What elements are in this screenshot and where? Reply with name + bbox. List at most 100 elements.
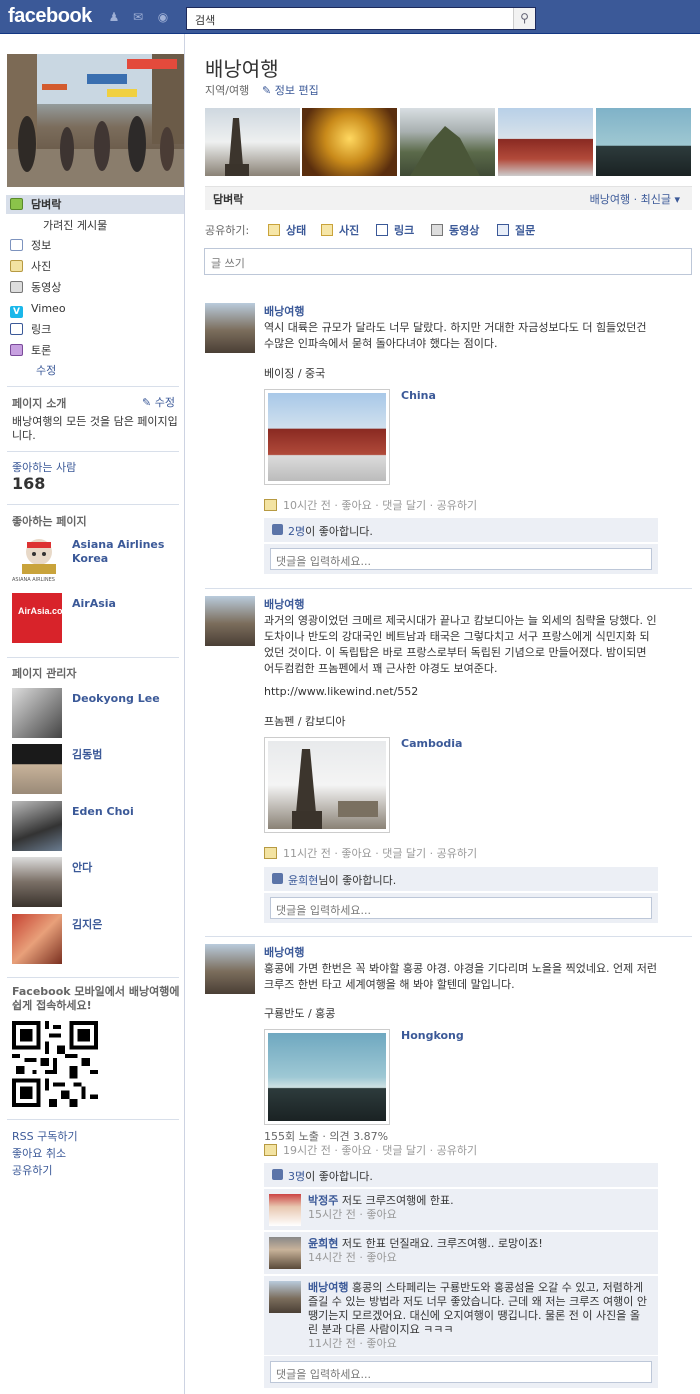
sidebar-item-vimeo[interactable]: V Vimeo <box>10 301 66 318</box>
comment-text: 저도 한표 던질래요. 크루즈여행.. 로망이죠! <box>341 1237 543 1250</box>
discussion-icon <box>10 344 23 356</box>
divider <box>7 1119 179 1120</box>
post-location: 구룡반도 / 홍콩 <box>264 1007 336 1020</box>
share-page-link[interactable]: 공유하기 <box>12 1162 52 1178</box>
about-title: 페이지 소개 <box>12 397 67 410</box>
sidebar-item-hidden-posts[interactable]: 가려진 게시물 <box>43 218 107 234</box>
divider <box>7 451 179 452</box>
search-icon[interactable]: ⚲ <box>513 8 535 29</box>
sidebar-item-label: 링크 <box>31 323 52 336</box>
post-photo[interactable] <box>264 389 390 485</box>
avatar[interactable] <box>269 1237 301 1269</box>
comment-author[interactable]: 배낭여행 <box>308 1281 348 1294</box>
post-composer-input[interactable]: 글 쓰기 <box>204 248 692 275</box>
admin-name[interactable]: 김동범 <box>72 748 182 762</box>
comment-input[interactable]: 댓글을 입력하세요... <box>270 897 652 919</box>
photo-caption-link[interactable]: Hongkong <box>401 1029 464 1042</box>
sidebar-edit-link[interactable]: 수정 <box>36 363 56 379</box>
likers-link[interactable]: 3명 <box>288 1170 305 1183</box>
chevron-down-icon: ▾ <box>674 193 680 206</box>
post-actions[interactable]: 10시간 전 · 좋아요 · 댓글 달기 · 공유하기 <box>283 499 477 512</box>
comment-input[interactable]: 댓글을 입력하세요... <box>270 548 652 570</box>
admin-item[interactable]: 김지은 <box>12 914 184 964</box>
liked-page-name[interactable]: Asiana Airlines Korea <box>72 538 182 566</box>
post-actions[interactable]: 19시간 전 · 좋아요 · 댓글 달기 · 공유하기 <box>283 1144 477 1157</box>
post-link[interactable]: http://www.likewind.net/552 <box>264 685 418 698</box>
comment-author[interactable]: 박정주 <box>308 1194 338 1207</box>
photo-strip-item[interactable] <box>400 108 495 176</box>
photo-strip-item[interactable] <box>302 108 397 176</box>
messages-icon[interactable]: ✉ <box>130 10 146 24</box>
likers-link[interactable]: 윤희현 <box>288 874 318 887</box>
photo-caption-link[interactable]: Cambodia <box>401 737 462 750</box>
photo-strip-item[interactable] <box>498 108 593 176</box>
admin-item[interactable]: Deokyong Lee <box>12 688 184 738</box>
friend-requests-icon[interactable]: ♟ <box>106 10 122 24</box>
comment-time[interactable]: 11시간 전 · 좋아요 <box>308 1337 397 1350</box>
sidebar-item-video[interactable]: 동영상 <box>10 280 61 296</box>
divider <box>7 386 179 387</box>
avatar[interactable] <box>269 1281 301 1313</box>
share-photo-button[interactable]: 사진 <box>321 222 359 238</box>
avatar[interactable] <box>269 1194 301 1226</box>
search-input[interactable]: 검색 ⚲ <box>186 7 536 30</box>
avatar[interactable] <box>205 596 255 646</box>
pencil-icon: ✎ <box>262 84 272 97</box>
comment-time[interactable]: 15시간 전 · 좋아요 <box>308 1208 397 1221</box>
sidebar-item-photos[interactable]: 사진 <box>10 259 51 275</box>
share-item-label: 동영상 <box>449 224 480 237</box>
post-author[interactable]: 배낭여행 <box>264 944 304 960</box>
post-author[interactable]: 배낭여행 <box>264 596 304 612</box>
comment-time[interactable]: 14시간 전 · 좋아요 <box>308 1251 397 1264</box>
facebook-logo[interactable]: facebook <box>8 5 92 28</box>
rss-subscribe-link[interactable]: RSS 구독하기 <box>12 1128 78 1144</box>
avatar[interactable] <box>205 944 255 994</box>
share-status-button[interactable]: 상태 <box>268 222 306 238</box>
wall-post: 배낭여행 과거의 영광이었던 크메르 제국시대가 끝나고 캄보디아는 늘 외세의… <box>205 596 692 926</box>
likers-link[interactable]: 2명 <box>288 525 305 538</box>
comment-author[interactable]: 윤희현 <box>308 1237 338 1250</box>
avatar[interactable] <box>205 303 255 353</box>
wall-filter-dropdown[interactable]: 배낭여행 · 최신글 ▾ <box>590 191 680 207</box>
sidebar-item-info[interactable]: 정보 <box>10 238 51 254</box>
photo-caption-link[interactable]: China <box>401 389 436 402</box>
share-video-button[interactable]: 동영상 <box>431 222 479 238</box>
notifications-icon[interactable]: ◉ <box>155 10 171 24</box>
edit-info-link[interactable]: ✎ 정보 편집 <box>262 82 319 98</box>
post-author[interactable]: 배낭여행 <box>264 303 304 319</box>
comment-input[interactable]: 댓글을 입력하세요... <box>270 1361 652 1383</box>
liked-page-item[interactable]: AirAsia.com AirAsia <box>12 593 184 645</box>
liked-page-name[interactable]: AirAsia <box>72 597 182 611</box>
comment-placeholder: 댓글을 입력하세요... <box>276 904 371 917</box>
sidebar-item-label: Vimeo <box>31 302 66 315</box>
share-question-button[interactable]: 질문 <box>497 222 535 238</box>
post-photo[interactable] <box>264 737 390 833</box>
unlike-link[interactable]: 좋아요 취소 <box>12 1145 66 1161</box>
admin-item[interactable]: 안다 <box>12 857 184 907</box>
sidebar-item-wall[interactable]: 담벼락 <box>6 195 184 214</box>
admin-name[interactable]: 안다 <box>72 861 182 875</box>
post-photo[interactable] <box>264 1029 390 1125</box>
admin-name[interactable]: 김지은 <box>72 918 182 932</box>
admin-name[interactable]: Eden Choi <box>72 805 182 819</box>
likes-title[interactable]: 좋아하는 사람 <box>12 459 76 475</box>
post-actions[interactable]: 11시간 전 · 좋아요 · 댓글 달기 · 공유하기 <box>283 847 477 860</box>
profile-picture[interactable] <box>7 54 184 187</box>
sidebar-item-links[interactable]: 링크 <box>10 322 51 338</box>
sidebar-item-discussion[interactable]: 토론 <box>10 343 51 359</box>
divider <box>7 977 179 978</box>
admin-item[interactable]: 김동범 <box>12 744 184 794</box>
photo-strip-item[interactable] <box>205 108 300 176</box>
comment-text: 홍콩의 스타페리는 구룡반도와 홍콩섬을 오갈 수 있고, 저렴하게 즐길 수 … <box>308 1281 647 1336</box>
qr-code <box>12 1021 98 1107</box>
liked-page-item[interactable]: ASIANA AIRLINES Asiana Airlines Korea <box>12 534 184 586</box>
about-edit-link[interactable]: ✎ 수정 <box>142 394 175 410</box>
avatar <box>12 801 62 851</box>
admin-name[interactable]: Deokyong Lee <box>72 692 182 706</box>
admin-item[interactable]: Eden Choi <box>12 801 184 851</box>
photo-strip-item[interactable] <box>596 108 691 176</box>
photo-icon <box>264 499 277 511</box>
page-category[interactable]: 지역/여행 <box>205 82 249 98</box>
sidebar-item-label: 정보 <box>31 239 52 252</box>
share-link-button[interactable]: 링크 <box>376 222 414 238</box>
